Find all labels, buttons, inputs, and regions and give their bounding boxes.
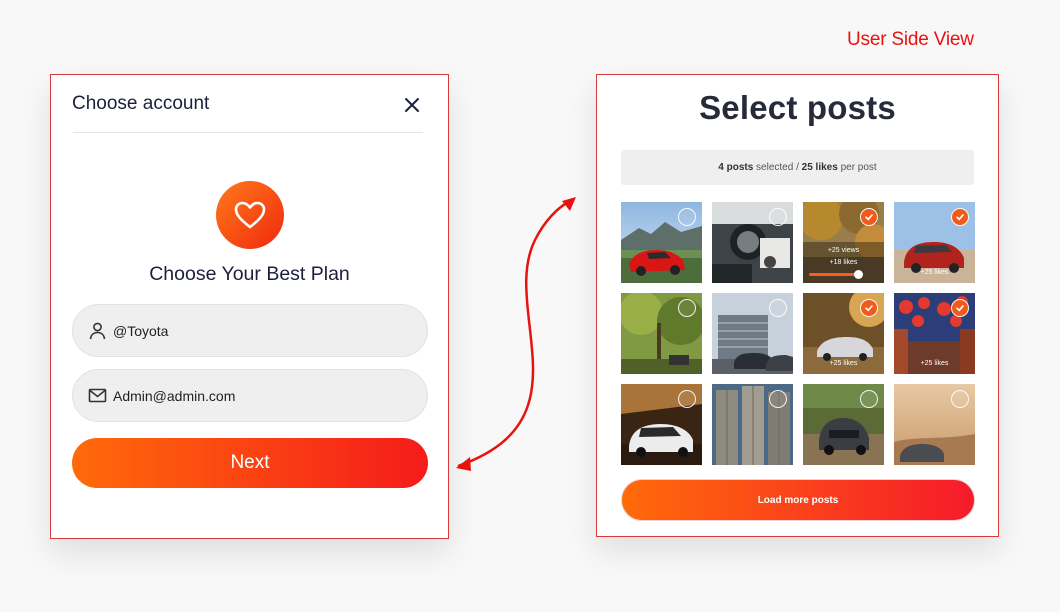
select-checkbox[interactable] (678, 390, 696, 408)
post-tile[interactable] (803, 384, 884, 465)
select-checkbox[interactable] (769, 208, 787, 226)
check-icon (865, 305, 873, 312)
select-checkbox[interactable] (951, 390, 969, 408)
plan-heading: Choose Your Best Plan (149, 263, 350, 285)
panel-title: Select posts (699, 89, 896, 126)
check-icon (865, 214, 873, 221)
email-value: Admin@admin.com (113, 387, 236, 404)
post-tile[interactable] (712, 202, 793, 283)
posts-grid: +25 views +18 likes +25 likes +25 likes … (621, 202, 975, 465)
username-field[interactable]: @Toyota (72, 304, 428, 357)
selection-summary: 4 posts selected / 25 likes per post (621, 150, 974, 185)
post-tile[interactable]: +25 likes (894, 293, 975, 374)
view-label: User Side View (847, 29, 974, 50)
summary-text: selected / (753, 162, 802, 173)
check-icon (956, 305, 964, 312)
post-views: +25 views (827, 247, 860, 254)
post-tile[interactable]: +25 likes (803, 293, 884, 374)
select-checkbox[interactable] (951, 299, 969, 317)
summary-suffix: per post (837, 162, 877, 173)
post-tile[interactable] (621, 293, 702, 374)
post-tile[interactable] (621, 384, 702, 465)
close-icon[interactable] (403, 96, 421, 114)
select-checkbox[interactable] (769, 299, 787, 317)
heart-icon (216, 181, 284, 249)
select-posts-panel: Select posts 4 posts selected / 25 likes… (596, 74, 999, 537)
post-tile[interactable] (894, 384, 975, 465)
post-tile[interactable]: +25 likes (894, 202, 975, 283)
post-caption: +25 likes (829, 360, 858, 367)
select-checkbox[interactable] (769, 390, 787, 408)
modal-title: Choose account (72, 93, 210, 114)
post-likes: +18 likes (829, 259, 858, 266)
load-more-button[interactable]: Load more posts (621, 479, 975, 521)
select-checkbox[interactable] (678, 299, 696, 317)
select-checkbox[interactable] (951, 208, 969, 226)
mail-icon (88, 386, 107, 405)
flow-arrow (456, 197, 576, 471)
select-checkbox[interactable] (860, 390, 878, 408)
post-tile[interactable] (621, 202, 702, 283)
username-value: @Toyota (113, 322, 169, 339)
check-icon (956, 214, 964, 221)
select-checkbox[interactable] (860, 208, 878, 226)
post-caption: +25 likes (920, 360, 949, 367)
post-tile[interactable]: +25 views +18 likes (803, 202, 884, 283)
user-icon (88, 321, 107, 340)
select-checkbox[interactable] (860, 299, 878, 317)
select-checkbox[interactable] (678, 208, 696, 226)
selected-count: 4 posts (718, 162, 754, 173)
email-field[interactable]: Admin@admin.com (72, 369, 428, 422)
post-tile[interactable] (712, 384, 793, 465)
likes-slider-handle[interactable] (854, 270, 863, 279)
likes-per-post: 25 likes (801, 162, 838, 173)
post-caption: +25 likes (920, 269, 949, 276)
next-button[interactable]: Next (72, 438, 428, 488)
modal-divider (73, 132, 423, 133)
post-tile[interactable] (712, 293, 793, 374)
choose-account-modal: Choose account Choose Your Best Plan @To… (50, 74, 449, 539)
